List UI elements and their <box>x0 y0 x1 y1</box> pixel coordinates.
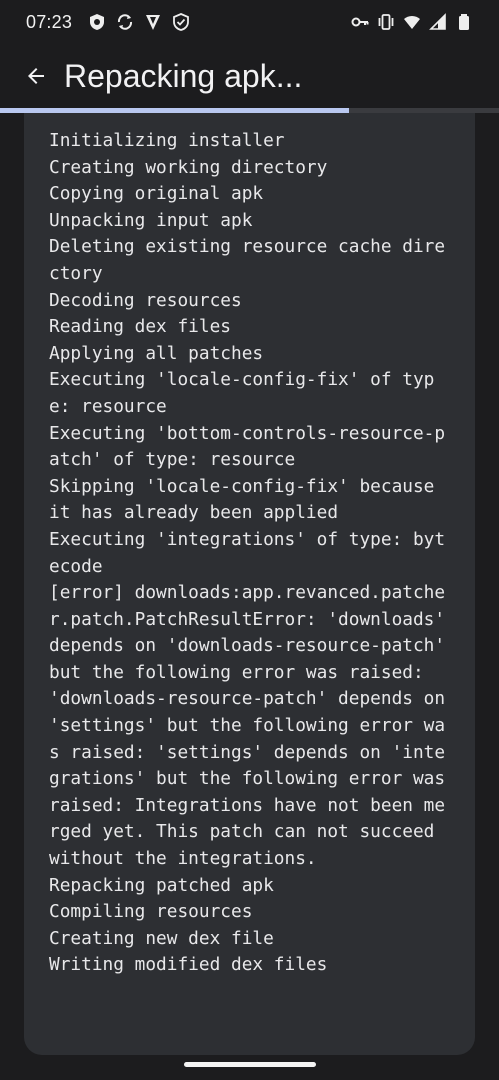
arrow-back-icon <box>28 68 44 84</box>
vpn-v-icon <box>146 15 161 30</box>
status-left: 07:23 <box>26 12 190 33</box>
log-card[interactable]: Initializing installer Creating working … <box>24 113 475 1055</box>
log-line: Creating new dex file <box>49 927 274 949</box>
home-indicator[interactable] <box>184 1062 316 1067</box>
sync-icon <box>118 14 133 30</box>
shield-app-icon <box>90 14 105 30</box>
vibrate-icon <box>378 14 394 30</box>
log-line: Initializing installer <box>49 130 285 151</box>
log-line: Deleting existing resource cache directo… <box>49 236 446 284</box>
app-bar: Repacking apk... <box>0 44 499 108</box>
log-line: Decoding resources <box>49 289 242 311</box>
log-line: Applying all patches <box>49 342 264 364</box>
log-line: Unpacking input apk <box>49 209 253 231</box>
log-line: Executing 'locale-config-fix' of type: r… <box>49 369 435 417</box>
status-time: 07:23 <box>26 11 73 32</box>
log-line: Repacking patched apk <box>49 874 274 896</box>
cell-signal-icon <box>429 13 446 30</box>
log-output: Initializing installer Creating working … <box>49 128 455 979</box>
log-line: [error] downloads:app.revanced.patcher.p… <box>49 582 446 870</box>
key-icon <box>351 17 369 27</box>
log-line: Skipping 'locale-config-fix' because it … <box>49 475 435 524</box>
status-right <box>351 13 473 31</box>
status-bar: 07:23 <box>0 0 499 44</box>
shield-check-icon <box>173 13 189 31</box>
back-button[interactable] <box>8 48 64 104</box>
log-line: Compiling resources <box>49 901 253 923</box>
log-line: Copying original apk <box>49 183 264 205</box>
battery-icon <box>459 14 469 30</box>
log-line: Writing modified dex files <box>49 954 328 976</box>
page-title: Repacking apk... <box>64 57 303 94</box>
log-line: Executing 'bottom-controls-resource-patc… <box>49 422 446 471</box>
log-line: Creating working directory <box>49 156 328 178</box>
log-line: Executing 'integrations' of type: byteco… <box>49 528 446 577</box>
wifi-icon <box>404 15 420 29</box>
log-line: Reading dex files <box>49 316 231 338</box>
